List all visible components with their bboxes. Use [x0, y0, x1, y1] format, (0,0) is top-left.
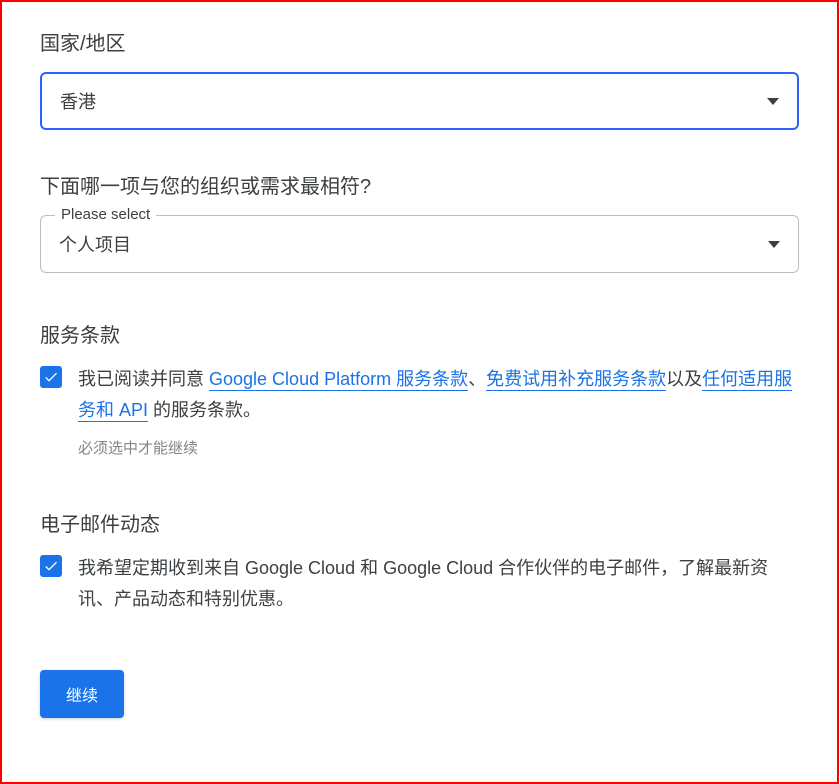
gcp-terms-link[interactable]: Google Cloud Platform 服务条款	[209, 369, 468, 391]
organization-select[interactable]: Please select 个人项目	[40, 215, 799, 273]
email-updates-text: 我希望定期收到来自 Google Cloud 和 Google Cloud 合作…	[78, 553, 799, 614]
organization-floating-label: Please select	[55, 206, 156, 223]
caret-down-icon	[767, 98, 779, 105]
check-icon	[43, 558, 59, 574]
email-updates-checkbox[interactable]	[40, 555, 62, 577]
country-select[interactable]: 香港	[40, 72, 799, 130]
terms-text: 我已阅读并同意 Google Cloud Platform 服务条款、免费试用补…	[78, 364, 799, 425]
terms-heading: 服务条款	[40, 319, 799, 348]
continue-button[interactable]: 继续	[40, 670, 124, 718]
email-updates-section: 电子邮件动态 我希望定期收到来自 Google Cloud 和 Google C…	[40, 508, 799, 614]
organization-section: 下面哪一项与您的组织或需求最相符? Please select 个人项目	[40, 170, 799, 273]
country-label: 国家/地区	[40, 27, 799, 56]
check-icon	[43, 369, 59, 385]
email-updates-heading: 电子邮件动态	[40, 508, 799, 537]
terms-hint: 必须选中才能继续	[78, 437, 799, 458]
terms-checkbox[interactable]	[40, 366, 62, 388]
terms-section: 服务条款 我已阅读并同意 Google Cloud Platform 服务条款、…	[40, 319, 799, 458]
country-section: 国家/地区 香港	[40, 27, 799, 130]
organization-value: 个人项目	[59, 231, 131, 257]
free-trial-terms-link[interactable]: 免费试用补充服务条款	[486, 369, 666, 391]
caret-down-icon	[768, 241, 780, 248]
country-value: 香港	[60, 88, 96, 114]
organization-label: 下面哪一项与您的组织或需求最相符?	[40, 170, 799, 199]
